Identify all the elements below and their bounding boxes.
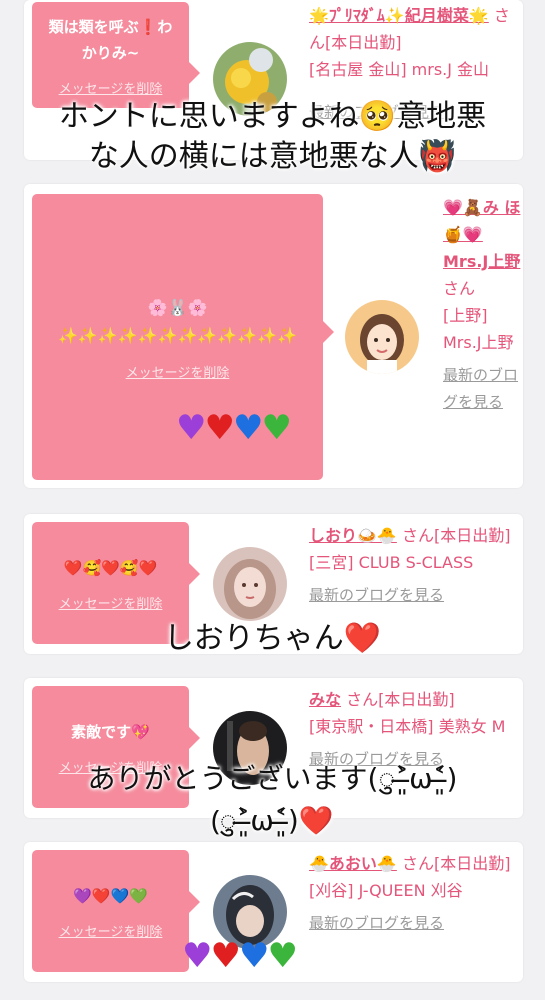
message-text: 🌸🐰🌸 ✨✨✨✨✨✨✨✨✨✨✨✨ [57,297,298,345]
shop-name: [三宮] CLUB S-CLASS [309,553,474,572]
latest-blog-link[interactable]: 最新のブログを見る [309,582,519,609]
girl-name-link[interactable]: しおり🍛🐣 [309,526,397,545]
message-text: ❤️🥰❤️🥰❤️ [63,558,158,577]
message-bubble: 💜❤️💙💚 メッセージを削除 [32,850,200,972]
avatar[interactable] [213,547,287,621]
overlay-caption-bottom-1: ありがとうございます(ु˃̶͈̀ω˂̶͈́) [87,762,458,795]
avatar[interactable] [345,300,419,374]
red-heart-icon: ♥ [204,408,235,448]
girl-name-link[interactable]: みな [309,690,341,709]
girl-name-link[interactable]: 💗🧸み ほ🍯💗 Mrs.J上野 [443,198,520,271]
blue-heart-icon: ♥ [232,408,264,448]
girl-info: 💗🧸み ほ🍯💗 Mrs.J上野 さん [上野] Mrs.J上野 最新のブログを見… [443,194,523,416]
work-status: さん[本日出勤] [401,854,511,873]
message-text: 素敵です💖 [71,722,150,741]
overlay-caption-top-2: な人の横には意地悪な人👹 [88,139,457,174]
green-heart-icon: ♥ [267,936,298,976]
hearts-sticker-2: ♥♥♥♥ [182,936,298,976]
message-text: 類は類を呼ぶ❗️わかりみ~ [48,17,173,62]
girl-name-link[interactable]: 🐣あおい🐣 [309,854,397,873]
shop-name: [上野] Mrs.J上野 [443,306,514,352]
message-bubble: 類は類を呼ぶ❗️わかりみ~ メッセージを削除 [32,2,200,108]
latest-blog-link[interactable]: 最新のブログを見る [443,362,523,416]
message-text: 💜❤️💙💚 [73,886,148,905]
delete-message-link[interactable]: メッセージを削除 [59,593,163,612]
overlay-caption-top-1: ホントに思いますよね🥺意地悪 [58,99,487,134]
girl-info: しおり🍛🐣 さん[本日出勤] [三宮] CLUB S-CLASS 最新のブログを… [309,522,519,609]
shop-name: [刈谷] J-QUEEN 刈谷 [309,881,463,900]
latest-blog-link[interactable]: 最新のブログを見る [309,910,519,937]
message-card-1: 類は類を呼ぶ❗️わかりみ~ メッセージを削除 🌟ﾌﾟﾘﾏﾀﾞﾑ✨紀月樹菜🌟 さん… [24,0,523,160]
shop-name: [名古屋 金山] mrs.J 金山 [309,60,490,79]
delete-message-link[interactable]: メッセージを削除 [59,78,163,97]
work-status: さん [443,279,476,298]
delete-message-link[interactable]: メッセージを削除 [126,362,230,381]
purple-heart-icon: ♥ [182,936,213,976]
blue-heart-icon: ♥ [238,936,270,976]
hearts-sticker-1: ♥♥♥♥ [176,408,292,448]
overlay-caption-mid: しおりちゃん❤️ [163,621,382,656]
overlay-caption-bottom-2: (ु˃̶͈̀ω˂̶͈́)❤️ [211,804,334,837]
girl-info: 🐣あおい🐣 さん[本日出勤] [刈谷] J-QUEEN 刈谷 最新のブログを見る [309,850,519,937]
work-status: さん[本日出勤] [346,690,455,709]
girl-name-link[interactable]: 🌟ﾌﾟﾘﾏﾀﾞﾑ✨紀月樹菜🌟 [309,6,489,25]
shop-name: [東京駅・日本橋] 美熟女 M [309,717,506,736]
purple-heart-icon: ♥ [176,408,207,448]
work-status: さん[本日出勤] [401,526,511,545]
red-heart-icon: ♥ [210,936,241,976]
green-heart-icon: ♥ [261,408,292,448]
delete-message-link[interactable]: メッセージを削除 [59,921,163,940]
